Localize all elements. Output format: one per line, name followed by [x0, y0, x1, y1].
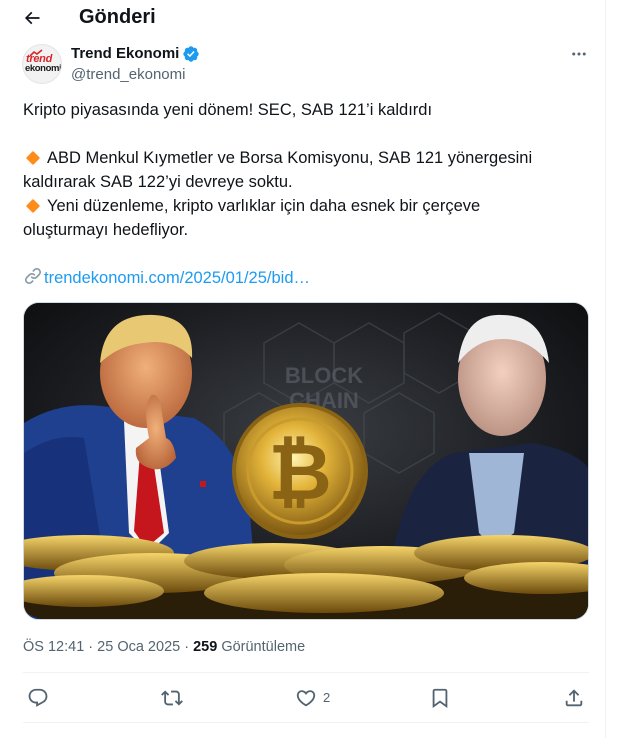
article-link[interactable]: trendekonomi.com/2025/01/25/bid… — [23, 266, 583, 290]
views-label: Görüntüleme — [217, 639, 306, 655]
share-icon — [565, 689, 583, 707]
post-column: Gönderi trend ekonomi Trend Ekonomi @tre… — [0, 0, 606, 738]
tweet-image[interactable]: BLOCK CHAIN ₿ — [23, 302, 589, 620]
verified-badge-icon — [183, 46, 199, 62]
back-button[interactable] — [18, 4, 46, 32]
share-button[interactable] — [563, 686, 585, 710]
meta-separator: · — [180, 639, 194, 655]
divider — [23, 722, 589, 723]
post-meta: ÖS 12:41 · 25 Oca 2025 · 259 Görüntüleme — [23, 638, 305, 656]
bullet-2-line-1: Yeni düzenleme, kripto varlıklar için da… — [23, 194, 583, 218]
divider — [23, 672, 589, 673]
page-header: Gönderi — [0, 0, 605, 34]
bullet-1-text-a: ABD Menkul Kıymetler ve Borsa Komisyonu,… — [47, 149, 533, 167]
meta-separator: · — [84, 639, 98, 655]
bullet-2-text-b: oluşturmayı hedefliyor. — [23, 221, 189, 239]
watermark-block: BLOCK — [285, 363, 363, 388]
arrow-left-icon — [24, 11, 40, 25]
bullet-1-line-1: ABD Menkul Kıymetler ve Borsa Komisyonu,… — [23, 146, 583, 170]
bookmark-button[interactable] — [429, 686, 451, 710]
bookmark-icon — [432, 688, 448, 709]
reply-icon — [28, 688, 48, 707]
orange-diamond-icon — [25, 198, 41, 213]
retweet-icon — [161, 690, 183, 706]
link-chain-icon — [24, 267, 42, 285]
view-count: 259 — [193, 639, 218, 655]
like-count: 2 — [323, 690, 331, 705]
bitcoin-symbol-icon: ₿ — [268, 428, 332, 516]
tweet-text: Kripto piyasasında yeni dönem! SEC, SAB … — [23, 98, 583, 290]
page-title: Gönderi — [79, 6, 156, 28]
more-options-button[interactable] — [566, 44, 592, 64]
avatar-logo-bottom: ekonomi — [25, 63, 62, 74]
orange-diamond-icon — [25, 150, 41, 165]
author-name[interactable]: Trend Ekonomi — [71, 45, 179, 63]
more-dots-icon — [572, 52, 586, 56]
author-handle[interactable]: @trend_ekonomi — [71, 66, 185, 84]
tweet-headline: Kripto piyasasında yeni dönem! SEC, SAB … — [23, 101, 433, 119]
like-button[interactable]: 2 — [295, 686, 330, 710]
avatar[interactable]: trend ekonomi — [22, 44, 62, 84]
retweet-button[interactable] — [161, 686, 183, 710]
image-illustration: BLOCK CHAIN ₿ — [24, 303, 588, 619]
bullet-1-text-b: kaldırarak SAB 122’yi devreye soktu. — [23, 173, 293, 191]
article-link-text: trendekonomi.com/2025/01/25/bid… — [44, 269, 310, 287]
reply-button[interactable] — [27, 686, 49, 710]
post-time[interactable]: ÖS 12:41 — [23, 639, 84, 655]
bullet-2-text-a: Yeni düzenleme, kripto varlıklar için da… — [47, 197, 481, 215]
post-date[interactable]: 25 Oca 2025 — [97, 639, 180, 655]
heart-icon — [296, 690, 316, 707]
